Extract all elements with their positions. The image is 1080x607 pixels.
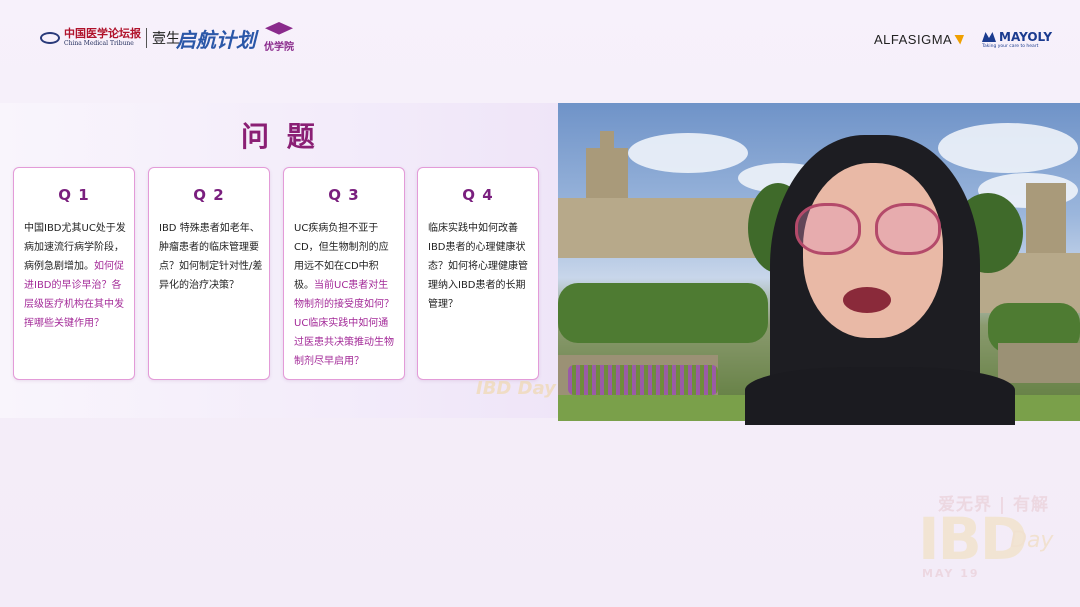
question-label: Q 4 <box>462 186 494 204</box>
slide-title: 问 题 <box>241 120 319 153</box>
jiming-logo: 启航计划 <box>176 28 256 52</box>
sponsor-header: 中国医学论坛报 China Medical Tribune 壹生 启航计划 优学… <box>0 0 1080 80</box>
question-label: Q 3 <box>328 186 360 204</box>
cmt-logo-icon <box>40 32 60 44</box>
question-card-2: Q 2 IBD 特殊患者如老年、肿瘤患者的临床管理要点？如何制定针对性/差异化的… <box>148 167 270 380</box>
question-card-3: Q 3 UC疾病负担不亚于CD，但生物制剂的应用远不如在CD中积极。当前UC患者… <box>283 167 405 380</box>
youxueyuan-logo: 优学院 <box>258 22 300 53</box>
question-text: 中国IBD尤其UC处于发病加速流行病学阶段，病例急剧增加。如何促进IBD的早诊早… <box>24 223 126 329</box>
cmt-logo: 中国医学论坛报 China Medical Tribune 壹生 <box>40 28 180 48</box>
alfasigma-logo: ALFASIGMA <box>874 32 965 47</box>
mayoly-m-icon <box>982 32 996 42</box>
question-text: 临床实践中如何改善IBD患者的心理健康状态？如何将心理健康管理纳入IBD患者的长… <box>428 223 528 310</box>
slide-watermark: IBD Day <box>476 378 556 399</box>
question-text: UC疾病负担不亚于CD，但生物制剂的应用远不如在CD中积极。当前UC患者对生物制… <box>294 223 394 367</box>
question-label: Q 2 <box>193 186 225 204</box>
question-card-4: Q 4 临床实践中如何改善IBD患者的心理健康状态？如何将心理健康管理纳入IBD… <box>417 167 539 380</box>
ibd-day-watermark: 爱无界 | 有解 IBD Day MAY 19 <box>918 495 1054 580</box>
graduation-cap-icon <box>265 22 293 35</box>
speaker-figure <box>725 135 1055 425</box>
mayoly-logo: MAYOLY Taking your care to heart <box>982 30 1053 49</box>
question-card-1: Q 1 中国IBD尤其UC处于发病加速流行病学阶段，病例急剧增加。如何促进IBD… <box>13 167 135 380</box>
logo-divider <box>146 28 147 48</box>
question-label: Q 1 <box>58 186 90 204</box>
alfasigma-flag-icon <box>954 34 965 45</box>
cmt-logo-text: 中国医学论坛报 China Medical Tribune <box>64 27 141 48</box>
question-text: IBD 特殊患者如老年、肿瘤患者的临床管理要点？如何制定针对性/差异化的治疗决策… <box>159 223 263 291</box>
